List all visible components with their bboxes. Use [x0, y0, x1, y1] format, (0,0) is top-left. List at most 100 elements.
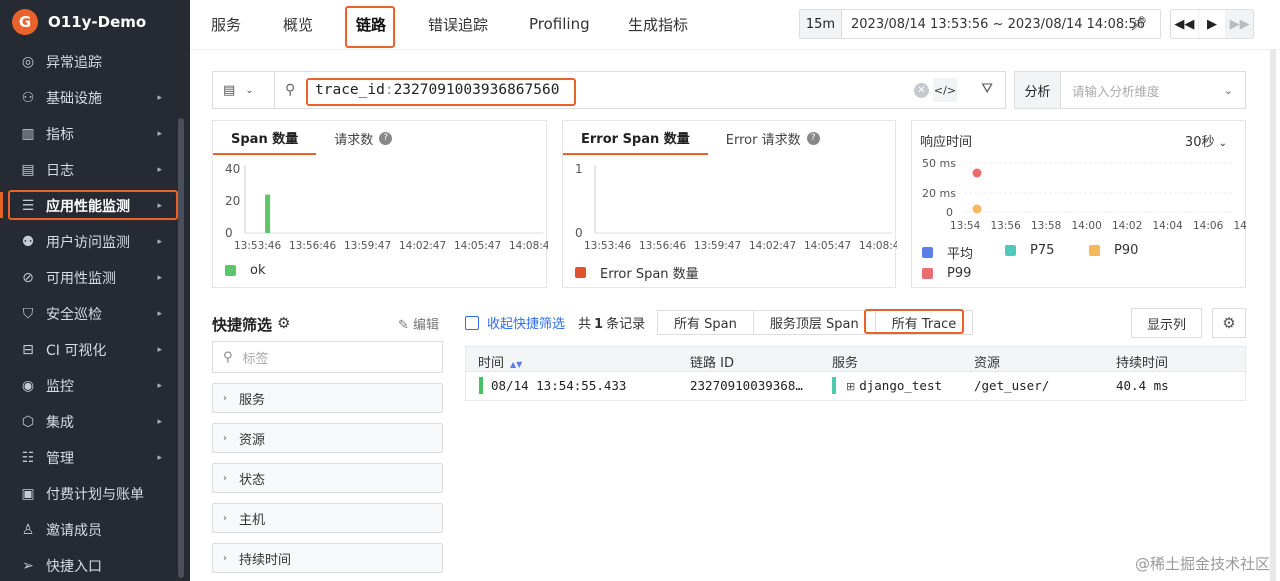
cell-time: 08/14 13:54:55.433 — [491, 378, 627, 393]
sort-icon[interactable]: ▲▼ — [510, 360, 522, 369]
bar — [265, 194, 271, 233]
interval-select[interactable]: 30秒 ⌄ — [1185, 131, 1227, 150]
chevron-right-icon: › — [223, 392, 227, 404]
facet-item[interactable]: › 服务 — [212, 383, 443, 413]
column-header-service[interactable]: 服务 — [832, 352, 858, 371]
sidebar-item[interactable]: ◎ 异常追踪 — [0, 44, 190, 80]
sidebar-item[interactable]: ➢ 快捷入口 — [0, 548, 190, 581]
analyze-dimension-select[interactable]: 分析 请输入分析维度 ⌄ — [1014, 71, 1246, 109]
sidebar-scrollbar[interactable] — [178, 118, 184, 578]
sidebar-item-label: 用户访问监测 — [46, 235, 130, 251]
column-header-duration[interactable]: 持续时间 — [1116, 352, 1168, 371]
legend-ok[interactable]: ok — [225, 263, 265, 278]
time-range-text[interactable]: 2023/08/14 13:53:56 ~ 2023/08/14 14:08:5… — [851, 17, 1145, 32]
search-query[interactable]: trace_id:2327091003936867560 — [315, 82, 559, 98]
y-tick-label: 0 — [225, 226, 233, 240]
query-separator: : — [384, 82, 394, 98]
tab-overview[interactable]: 概览 — [283, 0, 313, 48]
analyze-placeholder: 请输入分析维度 — [1072, 83, 1160, 99]
facet-label: 持续时间 — [239, 552, 292, 568]
column-header-trace-id[interactable]: 链路 ID — [690, 352, 734, 371]
clear-icon[interactable]: ✕ — [914, 83, 929, 98]
edit-label: 编辑 — [413, 318, 440, 333]
chevron-right-icon: ▸ — [157, 129, 162, 139]
column-header-time[interactable]: 时间 ▲▼ — [478, 352, 522, 371]
sidebar-item[interactable]: ⬡ 集成 ▸ — [0, 404, 190, 440]
facet-item[interactable]: › 持续时间 — [212, 543, 443, 573]
active-item-highlight — [8, 190, 178, 220]
cell-trace-id[interactable]: 23270910039368… — [690, 378, 803, 393]
sidebar-item[interactable]: ◉ 监控 ▸ — [0, 368, 190, 404]
sidebar-item[interactable]: ⚉ 用户访问监测 ▸ — [0, 224, 190, 260]
tag-search-input[interactable]: ⚲ 标签 — [212, 341, 443, 373]
play-button[interactable]: ▶ — [1199, 10, 1227, 38]
chevron-right-icon: ▸ — [157, 345, 162, 355]
code-icon[interactable]: </> — [933, 78, 957, 102]
tab-generate-metrics[interactable]: 生成指标 — [628, 0, 688, 48]
tab-request-count[interactable]: 请求数? — [316, 121, 410, 155]
availability-icon: ⊘ — [22, 270, 34, 286]
help-icon[interactable]: ? — [806, 131, 820, 145]
cell-service[interactable]: ⊞ django_test — [846, 378, 942, 393]
tab-error-span-count[interactable]: Error Span 数量 — [563, 121, 708, 155]
legend-item[interactable]: P75 — [1005, 243, 1054, 258]
tab-span-count[interactable]: Span 数量 — [213, 121, 317, 155]
sidebar-item[interactable]: ⊟ CI 可视化 ▸ — [0, 332, 190, 368]
tab-error-tracking[interactable]: 错误追踪 — [428, 0, 488, 48]
sidebar-item[interactable]: ▥ 指标 ▸ — [0, 116, 190, 152]
rewind-button[interactable]: ◀◀ — [1171, 10, 1199, 38]
sidebar-item[interactable]: ⚇ 基础设施 ▸ — [0, 80, 190, 116]
column-header-resource[interactable]: 资源 — [974, 352, 1000, 371]
collapse-quick-filter-link[interactable]: 收起快捷筛选 — [465, 313, 565, 332]
sidebar-item[interactable]: ⛉ 安全巡检 ▸ — [0, 296, 190, 332]
rewind-icon: ◀◀ — [1174, 16, 1195, 32]
legend-error-span[interactable]: Error Span 数量 — [575, 263, 699, 282]
query-mode-select[interactable]: ▤ ⌄ — [212, 71, 274, 109]
playback-controls: ◀◀ ▶ ▶▶ — [1170, 9, 1254, 39]
filter-icon[interactable]: ⛛ — [981, 81, 993, 97]
gear-icon[interactable]: ⚙ — [277, 314, 290, 332]
legend-item[interactable]: P90 — [1089, 243, 1138, 258]
show-columns-button[interactable]: 显示列 — [1131, 308, 1202, 338]
fast-forward-button[interactable]: ▶▶ — [1226, 10, 1254, 38]
search-bar[interactable]: ⚲ trace_id:2327091003936867560 ✕ </> ⛛ — [274, 71, 1006, 109]
sidebar-item[interactable]: ☰ 应用性能监测 ▸ — [0, 188, 190, 224]
chevron-right-icon: ▸ — [157, 237, 162, 247]
error-span-panel: 0 1 13:53:46 13:56:46 13:59:47 14:02:47 14:05:… — [562, 120, 897, 288]
edit-button[interactable]: ✎ 编辑 — [398, 314, 439, 333]
pin-icon[interactable]: 📌︎ — [1130, 16, 1148, 32]
top-nav: 服务 概览 链路 错误追踪 Profiling 生成指标 15m 2023/08… — [190, 0, 1280, 50]
app-header[interactable]: G O11y-Demo — [0, 0, 190, 44]
sidebar-item[interactable]: ☷ 管理 ▸ — [0, 440, 190, 476]
chevron-right-icon: ▸ — [157, 453, 162, 463]
table-settings-button[interactable]: ⚙ — [1212, 308, 1246, 338]
play-icon: ▶ — [1207, 16, 1217, 32]
facet-item[interactable]: › 状态 — [212, 463, 443, 493]
legend-item[interactable]: 平均 — [922, 243, 973, 262]
time-range-quick[interactable]: 15m — [800, 10, 842, 38]
tab-profiling[interactable]: Profiling — [529, 0, 590, 48]
service-name: django_test — [859, 378, 943, 393]
sidebar-item[interactable]: ▤ 日志 ▸ — [0, 152, 190, 188]
tab-services[interactable]: 服务 — [211, 0, 241, 48]
sidebar-item[interactable]: ♙ 邀请成员 — [0, 512, 190, 548]
page-scrollbar[interactable] — [1270, 50, 1276, 581]
sidebar-item[interactable]: ⊘ 可用性监测 ▸ — [0, 260, 190, 296]
x-tick-label: 14:08:4 — [859, 240, 897, 252]
x-tick-label: 13:53:46 — [584, 240, 631, 252]
segment-top-level-span[interactable]: 服务顶层 Span — [753, 311, 876, 334]
facet-item[interactable]: › 资源 — [212, 423, 443, 453]
legend-item[interactable]: P99 — [922, 266, 971, 281]
y-tick-label: 0 — [946, 206, 953, 219]
facet-item[interactable]: › 主机 — [212, 503, 443, 533]
x-tick-label: 14:00 — [1072, 220, 1102, 232]
chevron-right-icon: ▸ — [157, 93, 162, 103]
tab-error-request-count[interactable]: Error 请求数? — [708, 121, 838, 155]
segment-all-span[interactable]: 所有 Span — [658, 311, 754, 334]
sidebar-item[interactable]: ▣ 付费计划与账单 — [0, 476, 190, 512]
time-range-picker[interactable]: 15m 2023/08/14 13:53:56 ~ 2023/08/14 14:… — [799, 9, 1161, 39]
billing-icon: ▣ — [21, 486, 35, 502]
status-ok-indicator — [479, 377, 483, 394]
table-row[interactable]: 08/14 13:54:55.433 23270910039368… ⊞ djan… — [465, 372, 1246, 401]
help-icon[interactable]: ? — [379, 131, 393, 145]
